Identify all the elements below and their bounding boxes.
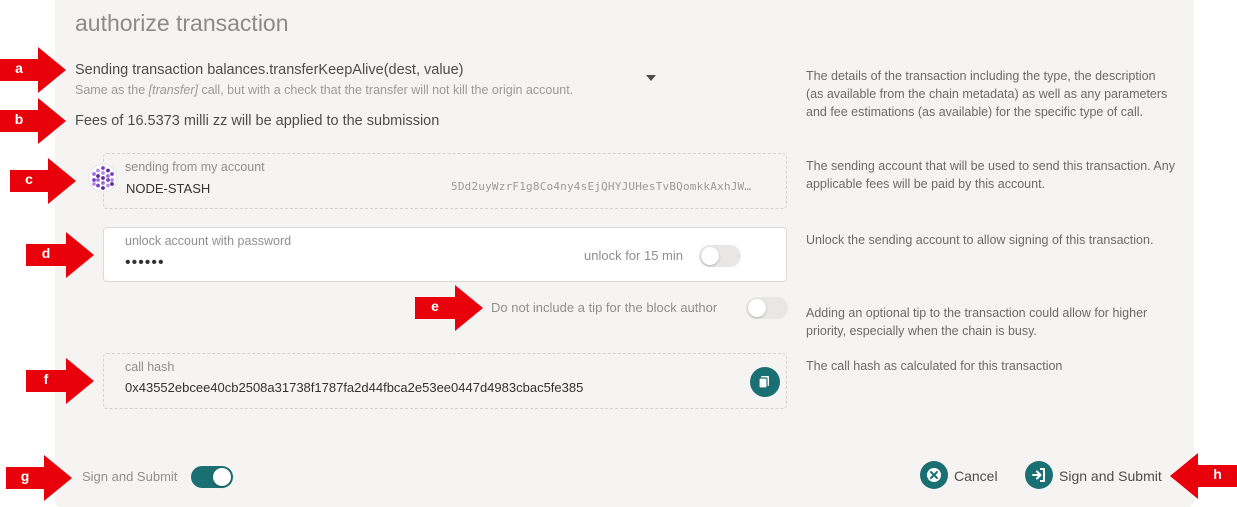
unlock-password-label: unlock account with password bbox=[125, 234, 292, 248]
copy-button[interactable] bbox=[750, 367, 780, 397]
annotation-arrow-a: a bbox=[0, 47, 66, 98]
tip-toggle[interactable] bbox=[746, 297, 788, 319]
transaction-call: Sending transaction balances.transferKee… bbox=[75, 62, 464, 78]
call-hash-value: 0x43552ebcee40cb2508a31738f1787fa2d44fbc… bbox=[125, 380, 584, 395]
annotation-arrow-b: b bbox=[0, 98, 66, 149]
unlock-duration-toggle[interactable] bbox=[699, 245, 741, 267]
unlock-help-text: Unlock the sending account to allow sign… bbox=[806, 233, 1154, 247]
modal-title: authorize transaction bbox=[75, 10, 289, 36]
transaction-description: Same as the [transfer] call, but with a … bbox=[75, 83, 574, 97]
annotation-arrow-c: c bbox=[10, 158, 76, 209]
toggle-knob bbox=[748, 299, 766, 317]
unlock-password-field[interactable]: unlock account with password •••••• unlo… bbox=[103, 227, 787, 282]
unlock-duration-label: unlock for 15 min bbox=[584, 248, 683, 263]
annotation-arrow-f: f bbox=[26, 358, 94, 409]
cancel-button-icon-wrap[interactable] bbox=[920, 461, 948, 489]
cancel-button[interactable]: Cancel bbox=[954, 468, 998, 484]
password-input[interactable]: •••••• bbox=[125, 254, 165, 272]
transaction-help-text: The details of the transaction including… bbox=[806, 69, 1168, 119]
sign-submit-button-icon-wrap[interactable] bbox=[1025, 461, 1053, 489]
call-hash-field: call hash 0x43552ebcee40cb2508a31738f178… bbox=[103, 353, 787, 409]
annotation-arrow-g: g bbox=[6, 455, 72, 506]
sign-submit-button[interactable]: Sign and Submit bbox=[1059, 468, 1162, 484]
sign-in-icon bbox=[1032, 468, 1045, 482]
account-help-text: The sending account that will be used to… bbox=[806, 159, 1175, 191]
call-hash-label: call hash bbox=[125, 360, 175, 374]
annotation-arrow-d: d bbox=[26, 232, 94, 283]
tip-help-text: Adding an optional tip to the transactio… bbox=[806, 306, 1148, 338]
tip-toggle-label: Do not include a tip for the block autho… bbox=[491, 300, 718, 315]
call-hash-help-text: The call hash as calculated for this tra… bbox=[806, 359, 1063, 373]
expand-details-chevron-icon[interactable] bbox=[646, 75, 656, 81]
close-icon bbox=[927, 468, 941, 482]
sign-submit-toggle-label: Sign and Submit bbox=[82, 469, 178, 484]
copy-icon bbox=[758, 376, 769, 389]
sign-submit-toggle[interactable] bbox=[191, 466, 233, 488]
annotation-arrow-h: h bbox=[1170, 453, 1237, 504]
account-address: 5Dd2uyWzrF1g8Co4ny4sEjQHYJUHesTvBQomkkAx… bbox=[451, 180, 752, 193]
account-name: NODE-STASH bbox=[126, 181, 211, 196]
toggle-knob bbox=[701, 247, 719, 265]
annotation-arrow-e: e bbox=[415, 285, 483, 336]
sending-account-label: sending from my account bbox=[125, 160, 265, 174]
account-identicon-icon bbox=[88, 163, 118, 193]
fees-info: Fees of 16.5373 milli zz will be applied… bbox=[75, 113, 440, 129]
toggle-knob bbox=[213, 468, 231, 486]
